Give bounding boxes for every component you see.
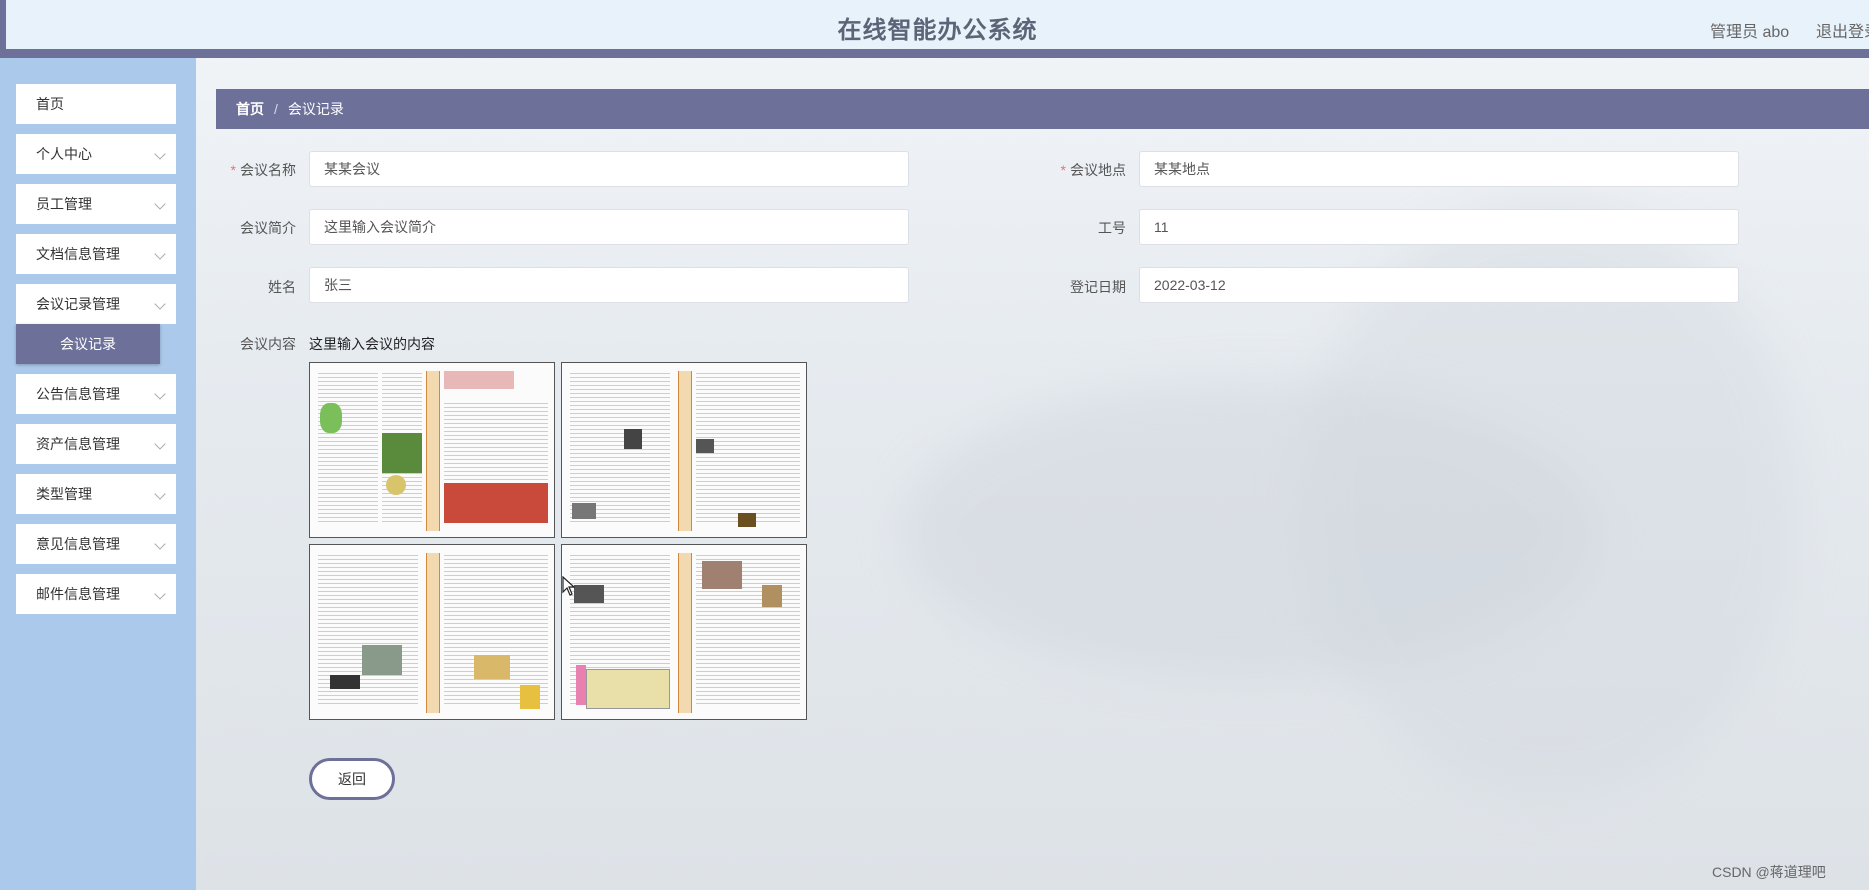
register-date-input[interactable]: [1139, 267, 1739, 303]
chevron-down-icon: [154, 248, 166, 260]
sidebar-item-label: 邮件信息管理: [36, 586, 120, 602]
chevron-down-icon: [154, 488, 166, 500]
chevron-down-icon: [154, 538, 166, 550]
chevron-down-icon: [154, 198, 166, 210]
sidebar-item-label: 个人中心: [36, 146, 92, 162]
meeting-name-input[interactable]: [309, 151, 909, 187]
sidebar-item-label: 会议记录管理: [36, 296, 120, 312]
watermark: CSDN @蒋道理吧: [1712, 864, 1826, 880]
sidebar-item-label: 意见信息管理: [36, 536, 120, 552]
sidebar-item-type-management[interactable]: 类型管理: [16, 474, 176, 514]
chevron-down-icon: [154, 438, 166, 450]
sidebar-item-employee-management[interactable]: 员工管理: [16, 184, 176, 224]
sidebar-item-label: 首页: [36, 96, 64, 112]
chevron-down-icon: [154, 588, 166, 600]
sidebar-item-label: 公告信息管理: [36, 386, 120, 402]
required-marker: *: [1060, 162, 1066, 178]
current-user: 管理员 abo: [1710, 24, 1790, 41]
mouse-cursor-icon: [562, 576, 576, 596]
logout-link[interactable]: 退出登录: [1816, 18, 1869, 42]
breadcrumb-home[interactable]: 首页: [236, 101, 264, 117]
meeting-location-label: * 会议地点: [1060, 162, 1126, 178]
sidebar-item-feedback-management[interactable]: 意见信息管理: [16, 524, 176, 564]
meeting-name-label: * 会议名称: [230, 162, 296, 178]
content-image: [561, 544, 807, 720]
content-image: [309, 544, 555, 720]
name-label: 姓名: [268, 279, 296, 295]
sidebar-item-notice-management[interactable]: 公告信息管理: [16, 374, 176, 414]
sidebar-item-label: 资产信息管理: [36, 436, 120, 452]
meeting-location-input[interactable]: [1139, 151, 1739, 187]
top-header: 在线智能办公系统 管理员 abo 退出登录: [0, 0, 1869, 58]
meeting-summary-label: 会议简介: [240, 220, 296, 236]
content-image: [309, 362, 555, 538]
sidebar-item-mail-management[interactable]: 邮件信息管理: [16, 574, 176, 614]
sidebar-item-label: 文档信息管理: [36, 246, 120, 262]
name-input[interactable]: [309, 267, 909, 303]
breadcrumb-separator: /: [274, 101, 278, 117]
sidebar-subitem-meeting-records[interactable]: 会议记录: [16, 324, 160, 364]
chevron-down-icon: [154, 148, 166, 160]
meeting-summary-input[interactable]: [309, 209, 909, 245]
sidebar-item-home[interactable]: 首页: [16, 84, 176, 124]
chevron-down-icon: [154, 298, 166, 310]
sidebar-item-meeting-management[interactable]: 会议记录管理: [16, 284, 176, 324]
sidebar-item-document-management[interactable]: 文档信息管理: [16, 234, 176, 274]
content-image: [561, 362, 807, 538]
sidebar-item-personal-center[interactable]: 个人中心: [16, 134, 176, 174]
sidebar-item-label: 类型管理: [36, 486, 92, 502]
sidebar-item-label: 员工管理: [36, 196, 92, 212]
register-date-label: 登记日期: [1070, 279, 1126, 295]
chevron-down-icon: [154, 388, 166, 400]
employee-id-input[interactable]: [1139, 209, 1739, 245]
breadcrumb: 首页 / 会议记录: [216, 89, 1869, 129]
back-button[interactable]: 返回: [309, 758, 395, 800]
required-marker: *: [230, 162, 236, 178]
breadcrumb-current: 会议记录: [287, 101, 344, 117]
app-title: 在线智能办公系统: [837, 17, 1038, 44]
sidebar-item-asset-management[interactable]: 资产信息管理: [16, 424, 176, 464]
meeting-content-text: 这里输入会议的内容: [309, 336, 435, 352]
meeting-content-label: 会议内容: [240, 336, 296, 352]
employee-id-label: 工号: [1098, 220, 1126, 236]
